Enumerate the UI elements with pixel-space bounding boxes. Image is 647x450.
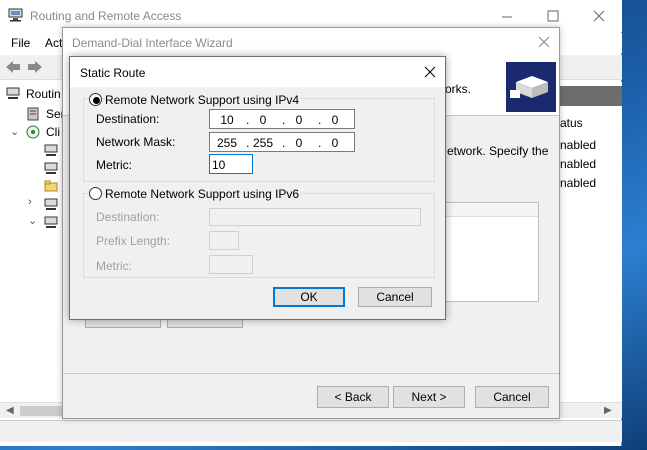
folder-icon: [44, 180, 58, 192]
scroll-right-icon[interactable]: ▶: [604, 405, 612, 416]
ip-octet[interactable]: 255: [250, 136, 276, 150]
forward-arrow-icon[interactable]: [27, 60, 43, 74]
ipv6-radio-label[interactable]: Remote Network Support using IPv6: [105, 187, 302, 201]
tree-item-clients[interactable]: Cli: [46, 125, 60, 139]
details-header-bar: [560, 86, 622, 106]
scroll-left-icon[interactable]: ◀: [6, 405, 14, 416]
routing-node-icon: [6, 87, 20, 100]
wizard-logo-icon: [506, 62, 556, 112]
close-button[interactable]: [592, 9, 606, 23]
server-icon: [26, 107, 40, 121]
back-button[interactable]: < Back: [317, 386, 389, 408]
wizard-titlebar: Demand-Dial Interface Wizard: [63, 28, 559, 58]
wizard-body-text: etwork. Specify the: [447, 144, 549, 158]
ip-octet[interactable]: 10: [214, 113, 240, 127]
prefix-length-field[interactable]: [209, 231, 239, 250]
metric-label: Metric:: [96, 158, 132, 172]
ipv6-radio[interactable]: [89, 187, 102, 200]
ip-dot: .: [282, 136, 286, 150]
ip-octet[interactable]: 0: [250, 113, 276, 127]
ipv4-radio[interactable]: [89, 93, 102, 106]
maximize-button[interactable]: [546, 9, 560, 23]
interface-icon: [44, 216, 58, 230]
interface-icon: [44, 198, 58, 212]
ip-octet[interactable]: 0: [322, 113, 348, 127]
destination-label: Destination:: [96, 112, 160, 126]
chevron-down-icon[interactable]: ⌄: [10, 125, 19, 138]
ip-dot: .: [246, 136, 250, 150]
dialog-cancel-button[interactable]: Cancel: [358, 287, 432, 307]
chevron-right-icon[interactable]: ›: [28, 196, 32, 208]
details-pane: [560, 82, 622, 402]
menu-file[interactable]: File: [11, 36, 30, 50]
minimize-button[interactable]: [500, 9, 514, 23]
ipv6-destination-label: Destination:: [96, 210, 160, 224]
wizard-close-icon[interactable]: [537, 35, 551, 49]
ipv6-destination-field[interactable]: [209, 208, 421, 226]
mmc-title: Routing and Remote Access: [30, 9, 182, 23]
static-route-dialog: Static Route Remote Network Support usin…: [69, 56, 446, 320]
metric-value[interactable]: 10: [212, 158, 225, 172]
dialog-close-icon[interactable]: [423, 65, 437, 79]
wizard-cancel-button[interactable]: Cancel: [475, 386, 549, 408]
ip-dot: .: [318, 113, 322, 127]
ip-dot: .: [246, 113, 250, 127]
status-bar: [0, 420, 622, 442]
ipv4-radio-label[interactable]: Remote Network Support using IPv4: [105, 93, 302, 107]
ip-dot: .: [318, 136, 322, 150]
tree-item-routing[interactable]: Routin: [26, 87, 61, 101]
wizard-separator: [63, 373, 559, 374]
destination-ip-field[interactable]: 10 . 0 . 0 . 0: [209, 109, 355, 129]
ip-octet[interactable]: 0: [322, 136, 348, 150]
interface-icon: [44, 144, 58, 158]
ipv6-metric-field[interactable]: [209, 255, 253, 274]
ipv6-metric-label: Metric:: [96, 259, 132, 273]
status-cell: nabled: [560, 176, 597, 190]
client-icon: [26, 125, 40, 139]
status-cell: nabled: [560, 157, 597, 171]
network-mask-label: Network Mask:: [96, 135, 176, 149]
column-header-status[interactable]: atus: [560, 116, 583, 130]
prefix-length-label: Prefix Length:: [96, 234, 171, 248]
dialog-titlebar: Static Route: [70, 57, 445, 87]
wizard-header-text: orks.: [445, 82, 472, 96]
chevron-down-icon[interactable]: ⌄: [28, 214, 37, 227]
routing-app-icon: [8, 8, 23, 22]
ip-octet[interactable]: 0: [286, 113, 312, 127]
console-tree: Routin Ser ⌄ Cli › ⌄: [0, 82, 65, 402]
ip-dot: .: [282, 113, 286, 127]
ok-button[interactable]: OK: [273, 287, 345, 307]
dialog-title: Static Route: [80, 66, 146, 80]
back-arrow-icon[interactable]: [5, 60, 21, 74]
next-button[interactable]: Next >: [393, 386, 465, 408]
metric-input[interactable]: 10: [209, 154, 253, 174]
status-cell: nabled: [560, 138, 597, 152]
wizard-title: Demand-Dial Interface Wizard: [72, 36, 233, 50]
interface-icon: [44, 162, 58, 176]
ip-octet[interactable]: 255: [214, 136, 240, 150]
network-mask-field[interactable]: 255 . 255 . 0 . 0: [209, 132, 355, 152]
ip-octet[interactable]: 0: [286, 136, 312, 150]
